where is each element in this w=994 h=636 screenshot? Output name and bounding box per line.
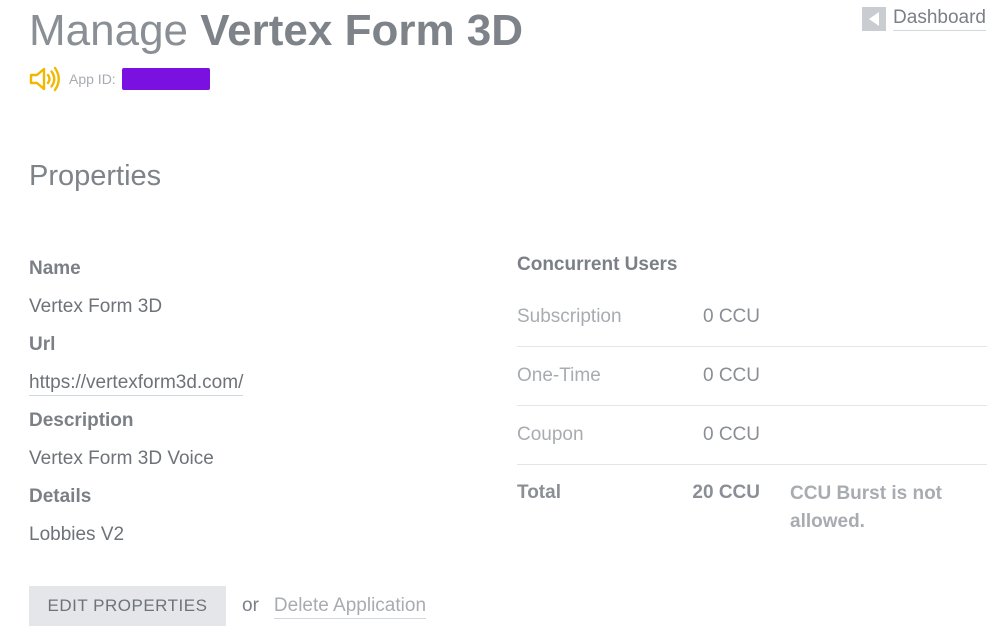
description-label: Description — [29, 410, 134, 431]
or-separator: or — [242, 595, 259, 616]
details-label: Details — [29, 486, 92, 507]
ccu-total-name: Total — [517, 482, 561, 503]
title-prefix: Manage — [29, 6, 189, 55]
ccu-row-coupon: Coupon 0 CCU — [517, 406, 987, 465]
ccu-row-value: 0 CCU — [702, 424, 760, 445]
url-value-row: https://vertexform3d.com/ — [29, 364, 469, 402]
app-name-title: Vertex Form 3D — [200, 6, 524, 55]
ccu-total-row: Total 20 CCU CCU Burst is not allowed. — [517, 465, 987, 536]
edit-properties-button[interactable]: EDIT PROPERTIES — [29, 586, 226, 626]
back-arrow-icon — [862, 6, 887, 31]
speaker-icon — [29, 66, 60, 92]
description-value: Vertex Form 3D Voice — [29, 448, 214, 469]
concurrent-users-title: Concurrent Users — [517, 254, 678, 275]
properties-heading: Properties — [29, 160, 162, 192]
concurrent-users-panel: Concurrent Users Subscription 0 CCU One-… — [517, 250, 987, 536]
ccu-row-one-time: One-Time 0 CCU — [517, 347, 987, 406]
url-label: Url — [29, 334, 56, 355]
dashboard-label: Dashboard — [893, 6, 986, 31]
app-id-value-redacted[interactable] — [121, 68, 210, 90]
details-value: Lobbies V2 — [29, 524, 125, 545]
ccu-row-subscription: Subscription 0 CCU — [517, 288, 987, 347]
ccu-burst-note: CCU Burst is not allowed. — [790, 483, 942, 532]
app-id-label: App ID: — [69, 71, 116, 87]
ccu-row-value: 0 CCU — [702, 365, 760, 386]
ccu-total-value: 20 CCU — [692, 482, 760, 503]
name-value: Vertex Form 3D — [29, 296, 163, 317]
ccu-row-value: 0 CCU — [702, 306, 760, 327]
ccu-row-name: Subscription — [517, 306, 622, 327]
app-id-row: App ID: — [29, 66, 210, 92]
properties-list: Name Vertex Form 3D Url https://vertexfo… — [29, 250, 469, 554]
ccu-row-name: One-Time — [517, 365, 601, 386]
delete-application-link[interactable]: Delete Application — [273, 594, 427, 619]
dashboard-link[interactable]: Dashboard — [862, 6, 986, 31]
manage-app-page: Manage Vertex Form 3D Dashboard App ID: … — [0, 0, 994, 636]
actions-bar: EDIT PROPERTIES or Delete Application — [29, 586, 427, 626]
page-title: Manage Vertex Form 3D — [29, 4, 523, 58]
name-label: Name — [29, 258, 81, 279]
url-link[interactable]: https://vertexform3d.com/ — [29, 371, 244, 396]
ccu-row-name: Coupon — [517, 424, 584, 445]
